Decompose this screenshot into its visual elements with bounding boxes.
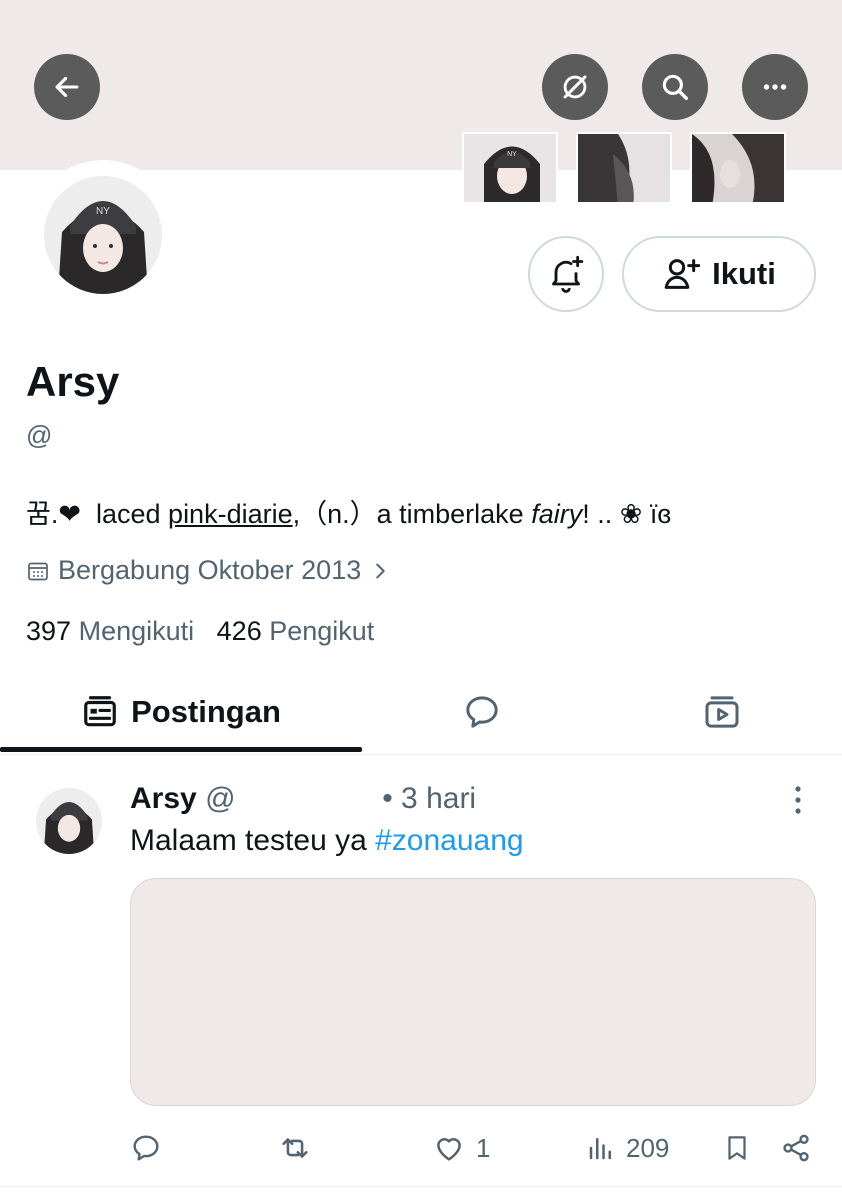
repost-icon bbox=[282, 1138, 308, 1158]
post-hashtag[interactable]: #zonauang bbox=[375, 824, 523, 857]
tab-replies[interactable] bbox=[362, 670, 602, 754]
avatar[interactable]: NY bbox=[44, 176, 162, 294]
repost-button[interactable] bbox=[278, 1124, 312, 1172]
post-more-button[interactable] bbox=[780, 782, 816, 818]
profile-name: Arsy bbox=[26, 358, 120, 405]
bell-plus-icon bbox=[552, 255, 584, 293]
following-count: 397 bbox=[26, 616, 72, 646]
tab-media[interactable] bbox=[602, 670, 842, 754]
more-vertical-icon bbox=[795, 786, 801, 814]
follow-stats: 397 Mengikuti 426 Pengikut bbox=[26, 616, 374, 647]
bio-text-2: ,（n.）a timberlake bbox=[292, 499, 524, 529]
reply-button[interactable] bbox=[130, 1124, 162, 1172]
bookmark-button[interactable] bbox=[722, 1124, 752, 1172]
profile-handle: @ bbox=[26, 420, 53, 450]
search-icon bbox=[662, 74, 689, 101]
post-text: Malaam testeu ya #zonauang bbox=[130, 824, 524, 858]
svg-text:NY: NY bbox=[96, 206, 110, 217]
views-button[interactable]: 209 bbox=[586, 1124, 669, 1172]
following-label: Mengikuti bbox=[78, 616, 195, 646]
post-actions: 1 209 bbox=[0, 1124, 842, 1172]
more-horizontal-icon bbox=[763, 84, 787, 90]
post-avatar[interactable] bbox=[36, 788, 102, 854]
search-button[interactable] bbox=[642, 54, 708, 120]
banner-photo-1: NY bbox=[462, 132, 558, 204]
add-user-icon bbox=[664, 259, 701, 289]
joined-text: Bergabung Oktober 2013 bbox=[58, 555, 362, 585]
post-author[interactable]: Arsy bbox=[130, 782, 197, 815]
following-link[interactable]: 397 Mengikuti bbox=[26, 616, 194, 646]
posts-icon bbox=[84, 696, 116, 727]
share-button[interactable] bbox=[780, 1124, 812, 1172]
calendar-icon bbox=[28, 562, 48, 580]
follow-label: Ikuti bbox=[712, 256, 776, 291]
like-button[interactable]: 1 bbox=[432, 1124, 490, 1172]
bio-italic: fairy bbox=[531, 499, 583, 529]
media-icon bbox=[705, 696, 739, 728]
post-header: Arsy @ • 3 hari bbox=[130, 782, 476, 816]
banner-photo-2 bbox=[576, 132, 672, 204]
arrow-left-icon bbox=[55, 76, 79, 98]
joined-row[interactable]: Bergabung Oktober 2013 bbox=[26, 555, 391, 586]
followers-link[interactable]: 426 Pengikut bbox=[217, 616, 375, 646]
follow-button[interactable]: Ikuti bbox=[622, 236, 816, 312]
share-icon bbox=[783, 1134, 809, 1162]
reply-icon bbox=[133, 1135, 159, 1161]
grok-icon bbox=[563, 75, 587, 99]
post-body: Malaam testeu ya bbox=[130, 824, 367, 857]
profile-bio: 꿈.❤ laced pink-diarie,（n.）a timberlake f… bbox=[26, 492, 671, 531]
tab-active-indicator bbox=[0, 747, 362, 752]
banner-photo-3 bbox=[690, 132, 786, 204]
tab-posts-label: Postingan bbox=[131, 694, 281, 729]
views-chart-icon bbox=[589, 1138, 611, 1160]
chevron-right-icon bbox=[376, 563, 385, 578]
heart-icon bbox=[437, 1138, 461, 1161]
like-count: 1 bbox=[476, 1132, 491, 1163]
post-media[interactable] bbox=[130, 878, 816, 1106]
back-button[interactable] bbox=[34, 54, 100, 120]
post-divider bbox=[0, 1186, 842, 1187]
tab-posts[interactable]: Postingan bbox=[0, 670, 362, 754]
views-count: 209 bbox=[626, 1132, 670, 1163]
svg-text:NY: NY bbox=[507, 151, 517, 158]
bio-link[interactable]: pink-diarie bbox=[168, 499, 293, 529]
post-handle[interactable]: @ bbox=[205, 782, 235, 815]
bio-prefix: 꿈.❤ bbox=[26, 499, 81, 529]
more-button[interactable] bbox=[742, 54, 808, 120]
followers-count: 426 bbox=[216, 616, 262, 646]
bookmark-icon bbox=[728, 1136, 746, 1160]
profile-tabs: Postingan bbox=[0, 670, 842, 755]
bio-text-3: ! .. ❀ ïɞ bbox=[582, 499, 672, 529]
grok-button[interactable] bbox=[542, 54, 608, 120]
bio-text-1: laced bbox=[95, 499, 161, 529]
post-time[interactable]: • 3 hari bbox=[382, 782, 476, 815]
reply-bubble-icon bbox=[466, 696, 498, 728]
notify-button[interactable] bbox=[528, 236, 604, 312]
followers-label: Pengikut bbox=[269, 616, 375, 646]
